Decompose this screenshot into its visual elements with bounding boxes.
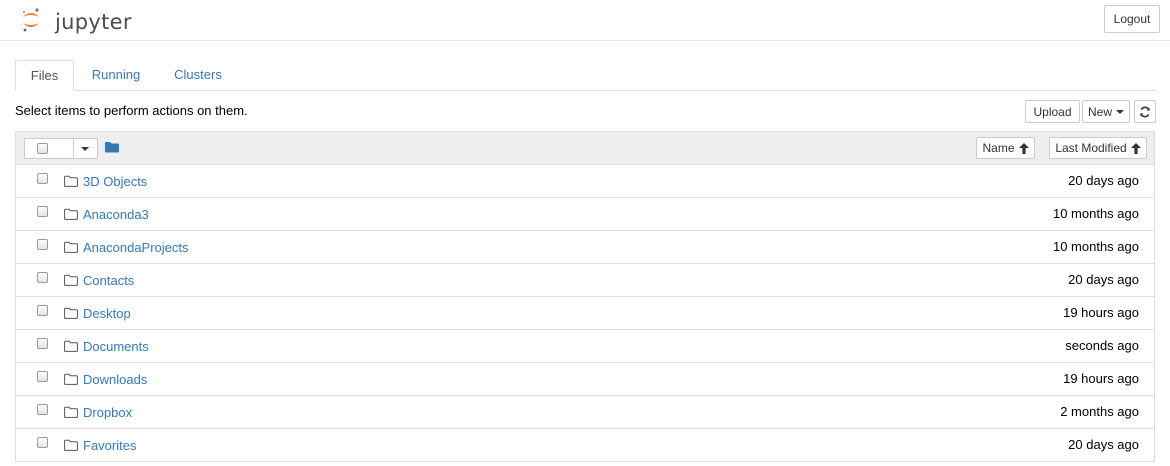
item-name-link[interactable]: Documents [83,339,149,354]
new-dropdown-button[interactable]: New [1082,100,1130,123]
folder-icon [64,406,78,421]
header-bar: jupyter Logout [0,0,1170,41]
item-name-link[interactable]: Desktop [83,306,131,321]
arrow-up-icon [1018,142,1029,154]
tab-clusters[interactable]: Clusters [160,60,236,90]
logo-text: jupyter [55,10,132,34]
item-checkbox[interactable] [37,305,48,316]
item-checkbox[interactable] [37,404,48,415]
list-header: Name Last Modified [16,132,1154,165]
item-modified: 10 months ago [1052,239,1139,254]
list-item[interactable]: 3D Objects 20 days ago [16,165,1154,198]
select-all-dropdown[interactable] [24,138,98,159]
sort-by-modified-button[interactable]: Last Modified [1049,137,1147,159]
item-modified: 20 days ago [1068,437,1139,452]
item-modified: 19 hours ago [1063,305,1139,320]
folder-icon [64,340,78,355]
item-name-link[interactable]: Contacts [83,273,134,288]
folder-icon [64,373,78,388]
item-checkbox[interactable] [37,173,48,184]
new-button-label: New [1087,104,1112,119]
item-name-link[interactable]: Favorites [83,438,136,453]
file-list: Name Last Modified 3D Objects 20 days ago… [15,131,1155,462]
selection-hint: Select items to perform actions on them. [15,103,248,118]
arrow-up-icon [1130,142,1141,154]
chevron-down-icon [1116,109,1124,114]
tab-bar: Files Running Clusters [15,60,1155,91]
list-item[interactable]: AnacondaProjects 10 months ago [16,231,1154,264]
list-item[interactable]: Contacts 20 days ago [16,264,1154,297]
item-checkbox[interactable] [37,437,48,448]
item-checkbox[interactable] [37,272,48,283]
tab-files[interactable]: Files [15,60,74,91]
item-checkbox[interactable] [37,239,48,250]
sort-by-name-button[interactable]: Name [976,137,1035,159]
folder-icon [64,439,78,454]
list-item[interactable]: Dropbox 2 months ago [16,396,1154,429]
refresh-button[interactable] [1134,100,1156,123]
chevron-down-icon[interactable] [81,147,89,151]
item-name-link[interactable]: Dropbox [83,405,132,420]
sort-modified-label: Last Modified [1055,141,1127,155]
dropdown-divider [73,139,74,158]
folder-icon[interactable] [105,141,119,153]
list-item[interactable]: Favorites 20 days ago [16,429,1154,462]
refresh-icon [1140,106,1150,117]
list-item[interactable]: Documents seconds ago [16,330,1154,363]
list-item[interactable]: Desktop 19 hours ago [16,297,1154,330]
item-modified: 20 days ago [1068,173,1139,188]
item-checkbox[interactable] [37,371,48,382]
upload-button[interactable]: Upload [1025,100,1080,123]
item-name-link[interactable]: AnacondaProjects [83,240,189,255]
item-name-link[interactable]: Anaconda3 [83,207,149,222]
item-modified: seconds ago [1065,338,1139,353]
item-checkbox[interactable] [37,338,48,349]
logout-button[interactable]: Logout [1104,5,1160,33]
folder-icon [64,175,78,190]
item-modified: 2 months ago [1060,404,1139,419]
item-checkbox[interactable] [37,206,48,217]
item-modified: 20 days ago [1068,272,1139,287]
item-modified: 10 months ago [1052,206,1139,221]
jupyter-logo[interactable]: jupyter [20,6,132,34]
folder-icon [64,241,78,256]
list-item[interactable]: Anaconda3 10 months ago [16,198,1154,231]
jupyter-logo-icon [22,8,39,32]
sort-name-label: Name [982,141,1015,155]
item-name-link[interactable]: Downloads [83,372,147,387]
select-all-checkbox[interactable] [37,143,48,154]
folder-icon [64,274,78,289]
item-modified: 19 hours ago [1063,371,1139,386]
item-name-link[interactable]: 3D Objects [83,174,147,189]
folder-icon [64,307,78,322]
list-item[interactable]: Downloads 19 hours ago [16,363,1154,396]
folder-icon [64,208,78,223]
file-rows: 3D Objects 20 days ago Anaconda3 10 months … [16,165,1154,462]
tab-running[interactable]: Running [78,60,154,90]
